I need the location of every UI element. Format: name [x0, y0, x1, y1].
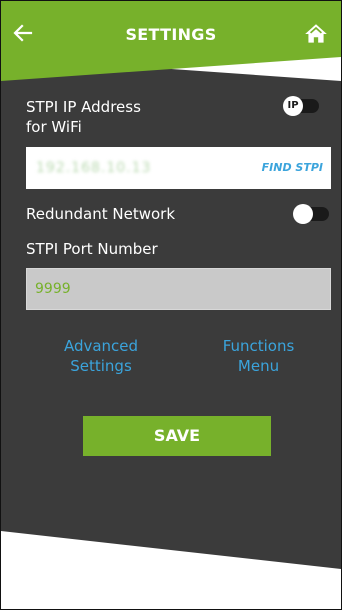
find-stpi-button[interactable]: FIND STPI: [262, 161, 323, 174]
ip-toggle[interactable]: IP: [283, 96, 319, 116]
redundant-network-toggle[interactable]: [293, 204, 329, 224]
wifi-ip-label: STPI IP Address for WiFi: [26, 98, 141, 136]
port-number-input[interactable]: 9999: [26, 268, 331, 310]
functions-menu-link[interactable]: Functions Menu: [201, 336, 316, 376]
port-number-value: 9999: [35, 281, 71, 297]
ip-address-field[interactable]: 192.168.10.13 FIND STPI: [26, 147, 331, 189]
app-frame: SETTINGS STPI IP Address for WiFi IP 192…: [0, 0, 342, 610]
page-title: SETTINGS: [125, 25, 217, 44]
redundant-network-toggle-knob: [293, 204, 313, 224]
ip-address-value: 192.168.10.13: [36, 160, 152, 176]
port-number-label: STPI Port Number: [26, 240, 158, 258]
advanced-settings-link[interactable]: Advanced Settings: [46, 336, 156, 376]
home-icon[interactable]: [303, 21, 329, 47]
header-bar: SETTINGS: [1, 1, 341, 81]
ip-toggle-knob: IP: [283, 96, 303, 116]
redundant-network-label: Redundant Network: [26, 205, 176, 223]
save-button[interactable]: SAVE: [83, 416, 271, 456]
